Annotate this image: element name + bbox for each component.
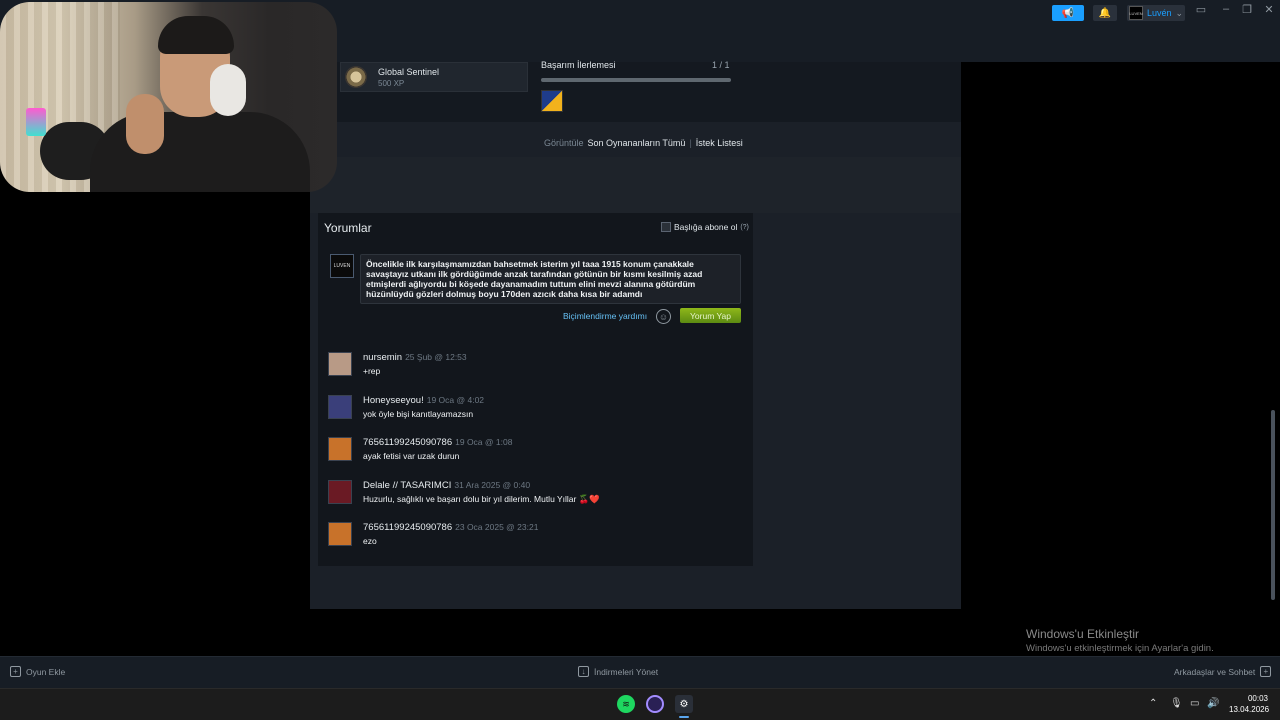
formatting-help-link[interactable]: Biçimlendirme yardımı (563, 311, 647, 321)
spotify-icon[interactable]: ≋ (617, 695, 635, 713)
download-icon: ↓ (578, 666, 589, 677)
my-avatar: LUVEN (330, 254, 354, 278)
comment-author[interactable]: Delale // TASARIMCI (363, 480, 451, 491)
steam-icon[interactable]: ⚙ (675, 695, 693, 713)
comment-date: 19 Oca @ 4:02 (426, 395, 485, 405)
megaphone-icon: 📢 (1061, 7, 1075, 19)
manage-downloads-button[interactable]: ↓ İndirmeleri Yönet (578, 666, 658, 677)
comment-date: 19 Oca @ 1:08 (455, 437, 513, 447)
comment-author[interactable]: 76561199245090786 (363, 437, 452, 448)
notifications-button[interactable]: 🔔 (1093, 5, 1117, 21)
plus-icon: + (10, 666, 21, 677)
comment-avatar[interactable] (328, 522, 352, 546)
view-prefix: Görüntüle (544, 138, 584, 148)
emoji-icon[interactable]: ☺ (656, 309, 671, 324)
comment-item: Honeyseeyou! 19 Oca @ 4:02 yok öyle bişi … (328, 395, 748, 425)
chat-icon: + (1260, 666, 1272, 677)
comment-date: 25 Şub @ 12:53 (405, 352, 467, 362)
progress-count: 1 / 1 (712, 60, 730, 70)
progress-bar (541, 78, 731, 82)
close-icon[interactable]: ✕ (1262, 3, 1276, 16)
bell-icon: 🔔 (1098, 7, 1112, 19)
comment-author[interactable]: Honeyseeyou! (363, 395, 424, 406)
subscribe-label: Başlığa abone ol (674, 222, 738, 232)
manage-downloads-label: İndirmeleri Yönet (594, 666, 659, 677)
progress-label: Başarım İlerlemesi (541, 60, 616, 70)
announcements-button[interactable]: 📢 (1052, 5, 1084, 21)
comment-item: nursemin 25 Şub @ 12:53 +rep (328, 352, 748, 382)
comment-date: 31 Ara 2025 @ 0:40 (454, 480, 531, 490)
achievement-title: Global Sentinel (378, 67, 440, 77)
windows-taskbar (0, 688, 1280, 720)
subscribe-thread[interactable]: Başlığa abone ol (?) (661, 222, 749, 232)
comment-avatar[interactable] (328, 352, 352, 376)
comment-item: 76561199245090786 19 Oca @ 1:08 ayak feti… (328, 437, 748, 467)
friends-chat-button[interactable]: Arkadaşlar ve Sohbet + (1174, 666, 1272, 677)
wishlist-link[interactable]: İstek Listesi (696, 138, 743, 148)
comment-input[interactable]: Öncelikle ilk karşılaşmamızdan bahsetmek… (360, 254, 741, 304)
user-avatar: LUVEN (1129, 6, 1143, 20)
activation-watermark-subtitle: Windows'u etkinleştirmek için Ayarlar'a … (1026, 643, 1214, 654)
comments-title: Yorumlar (324, 221, 372, 235)
username-label: Luvén (1147, 8, 1172, 18)
restore-icon[interactable]: ❐ (1240, 3, 1254, 16)
comment-author[interactable]: 76561199245090786 (363, 522, 452, 533)
comment-text: ayak fetisi var uzak durun (363, 451, 460, 461)
link-separator: | (689, 138, 692, 148)
tray-chevron-up-icon[interactable]: ⌃ (1149, 698, 1157, 709)
recent-games-link[interactable]: Son Oynananların Tümü (588, 138, 686, 148)
network-icon[interactable]: ▭ (1190, 698, 1199, 709)
webcam-overlay (0, 2, 337, 192)
clock-time[interactable]: 00:03 (1246, 694, 1268, 703)
webcam-person-hand (126, 94, 164, 154)
progress-fill (541, 78, 731, 82)
activation-watermark-title: Windows'u Etkinleştir (1026, 627, 1139, 641)
cortana-icon[interactable] (646, 695, 664, 713)
page-scrollbar[interactable] (1271, 410, 1275, 600)
section-divider (310, 157, 961, 213)
achievement-xp: 500 XP (378, 79, 405, 88)
comment-avatar[interactable] (328, 480, 352, 504)
webcam-person-body (90, 112, 310, 192)
comment-text: Huzurlu, sağlıklı ve başarı dolu bir yıl… (363, 494, 600, 504)
windows-start-icon[interactable] (587, 695, 604, 712)
webcam-light-device (26, 108, 46, 136)
minimize-icon[interactable]: – (1219, 3, 1233, 15)
screen: ⟲ 📢 🔔 LUVEN Luvén ⌄ ▭ – ❐ ✕ Global Senti… (0, 0, 1280, 720)
subscribe-checkbox[interactable] (661, 222, 671, 232)
volume-icon[interactable]: 🔊 (1207, 698, 1219, 709)
clock-date[interactable]: 13.04.2026 (1229, 705, 1269, 714)
achievement-badge-icon (345, 66, 367, 88)
chevron-down-icon: ⌄ (1175, 7, 1184, 18)
add-game-label: Oyun Ekle (26, 666, 66, 677)
comment-text: ezo (363, 536, 377, 546)
active-app-indicator (679, 716, 689, 718)
add-game-button[interactable]: + Oyun Ekle (10, 666, 65, 677)
comment-text: yok öyle bişi kanıtlayamazsın (363, 409, 474, 419)
comment-avatar[interactable] (328, 395, 352, 419)
comment-author[interactable]: nursemin (363, 352, 402, 363)
view-links: Görüntüle Son Oynananların Tümü | İstek … (544, 138, 743, 148)
comment-item: 76561199245090786 23 Oca 2025 @ 23:21 ezo (328, 522, 748, 552)
comment-text: +rep (363, 366, 381, 376)
user-menu-button[interactable]: LUVEN Luvén ⌄ (1127, 5, 1185, 21)
comment-date: 23 Oca 2025 @ 23:21 (455, 522, 539, 532)
friends-chat-label: Arkadaşlar ve Sohbet (1174, 666, 1256, 677)
game-icon[interactable] (541, 90, 563, 112)
webcam-headset (210, 64, 246, 116)
post-comment-button[interactable]: Yorum Yap (680, 308, 741, 323)
webcam-person-hair (158, 16, 234, 54)
comment-avatar[interactable] (328, 437, 352, 461)
comment-item: Delale // TASARIMCI 31 Ara 2025 @ 0:40 Hu… (328, 480, 748, 510)
microphone-icon[interactable]: 🎙 (1170, 698, 1183, 709)
subscribe-help-icon[interactable]: (?) (740, 224, 749, 231)
big-picture-icon[interactable]: ▭ (1194, 3, 1208, 16)
